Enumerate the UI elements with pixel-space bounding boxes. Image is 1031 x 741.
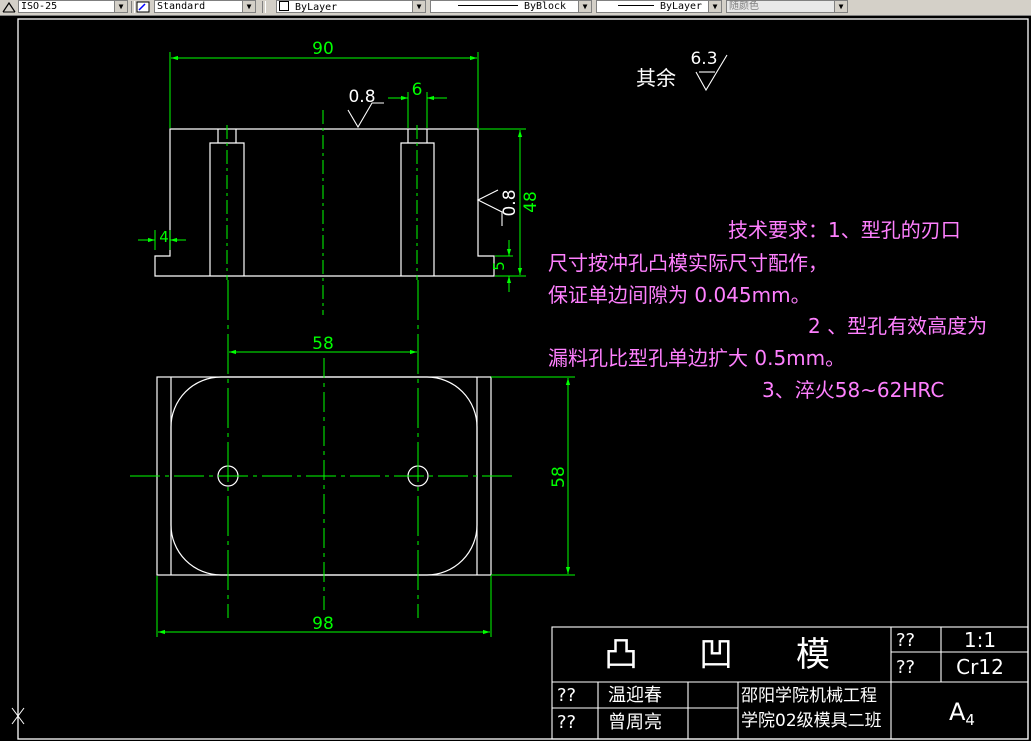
technical-notes: 技术要求：1、型孔的刃口 尺寸按冲孔凸模实际尺寸配作， 保证单边间隙为 0.04… xyxy=(548,218,987,402)
dim-plan-width: 98 xyxy=(312,614,334,634)
chevron-down-icon[interactable]: ▼ xyxy=(708,1,721,12)
dimension-style-icon[interactable] xyxy=(2,1,16,13)
note-line-3: 保证单边间隙为 0.045mm。 xyxy=(548,283,811,307)
lineweight-preview xyxy=(617,5,654,6)
lineweight-value: ByLayer xyxy=(659,1,703,12)
plotstyle-select: 随颜色 ▼ xyxy=(726,0,848,13)
title-block-text: 凸 凹 模 ?? 1:1 ?? Cr12 ?? 温迎春 ?? 曾周亮 邵阳学院机… xyxy=(557,628,1004,733)
plan-dimensions xyxy=(156,349,575,637)
note-line-1: 技术要求：1、型孔的刃口 xyxy=(728,218,961,242)
plotstyle-value: 随颜色 xyxy=(729,1,759,12)
roughness-symbol-side xyxy=(476,189,503,226)
part-name-char-1: 凸 xyxy=(604,635,638,675)
scale-label: ?? xyxy=(896,630,915,651)
dim-hole-dia: 6 xyxy=(412,80,423,100)
chevron-down-icon: ▼ xyxy=(834,1,847,12)
lineweight-select[interactable]: ByLayer ▼ xyxy=(596,0,722,13)
chevron-down-icon[interactable]: ▼ xyxy=(242,1,255,12)
note-line-6: 3、淬火58~62HRC xyxy=(762,378,944,402)
designer-name: 温迎春 xyxy=(608,685,662,706)
front-centerlines xyxy=(226,110,418,315)
front-dimensions xyxy=(138,52,526,292)
roughness-other-label: 其余 xyxy=(636,66,676,90)
dim-step-bottom: 5 xyxy=(490,261,508,271)
school-line-2: 学院02级模具二班 xyxy=(741,711,882,731)
dimstyle-select[interactable]: ISO-25 ▼ xyxy=(18,0,128,13)
plan-centerlines xyxy=(130,280,515,618)
note-line-2: 尺寸按冲孔凸模实际尺寸配作， xyxy=(548,251,828,275)
roughness-other-value: 6.3 xyxy=(690,49,717,69)
dim-width-top: 90 xyxy=(312,39,334,59)
designer-label: ?? xyxy=(557,685,576,706)
school-line-1: 邵阳学院机械工程 xyxy=(741,686,877,706)
linetype-value: ByBlock xyxy=(523,1,567,12)
checker-label: ?? xyxy=(557,712,576,733)
text-style-icon[interactable] xyxy=(136,1,150,13)
sheet-size: A4 xyxy=(949,698,975,729)
note-line-4: 2 、型孔有效高度为 xyxy=(808,314,987,338)
textstyle-select[interactable]: Standard ▼ xyxy=(154,0,256,13)
textstyle-value: Standard xyxy=(157,1,206,12)
dim-plan-height: 58 xyxy=(549,466,569,488)
toolbar-separator xyxy=(262,1,266,13)
front-view-outline xyxy=(154,128,495,277)
material-value: Cr12 xyxy=(956,655,1004,679)
part-name-char-2: 凹 xyxy=(699,635,733,675)
dim-step-left: 4 xyxy=(159,228,169,246)
chevron-down-icon[interactable]: ▼ xyxy=(412,1,425,12)
properties-toolbar: ISO-25 ▼ Standard ▼ ByLayer ▼ ByBlock ▼ … xyxy=(0,0,1031,16)
layer-color-select[interactable]: ByLayer ▼ xyxy=(276,0,426,13)
chevron-down-icon[interactable]: ▼ xyxy=(578,1,591,12)
checker-name: 曾周亮 xyxy=(608,712,662,733)
drawing-canvas[interactable]: 90 6 48 5 4 0.8 0.8 其余 6.3 58 58 98 技术要求… xyxy=(0,15,1031,741)
toolbar-separator xyxy=(131,1,135,13)
part-name-char-3: 模 xyxy=(796,635,830,675)
dimstyle-value: ISO-25 xyxy=(21,1,58,12)
layer-color-value: ByLayer xyxy=(295,2,338,13)
note-line-5: 漏料孔比型孔单边扩大 0.5mm。 xyxy=(548,346,845,370)
material-label: ?? xyxy=(896,657,915,678)
linetype-preview xyxy=(457,5,518,6)
color-swatch-icon xyxy=(279,1,289,11)
roughness-top-value: 0.8 xyxy=(348,87,375,107)
chevron-down-icon[interactable]: ▼ xyxy=(114,1,127,12)
dim-hole-spacing: 58 xyxy=(312,334,334,354)
linetype-select[interactable]: ByBlock ▼ xyxy=(430,0,592,13)
dim-height-total: 48 xyxy=(521,191,541,213)
roughness-side-value: 0.8 xyxy=(500,189,520,216)
scale-value: 1:1 xyxy=(964,628,996,652)
front-view xyxy=(154,128,495,277)
